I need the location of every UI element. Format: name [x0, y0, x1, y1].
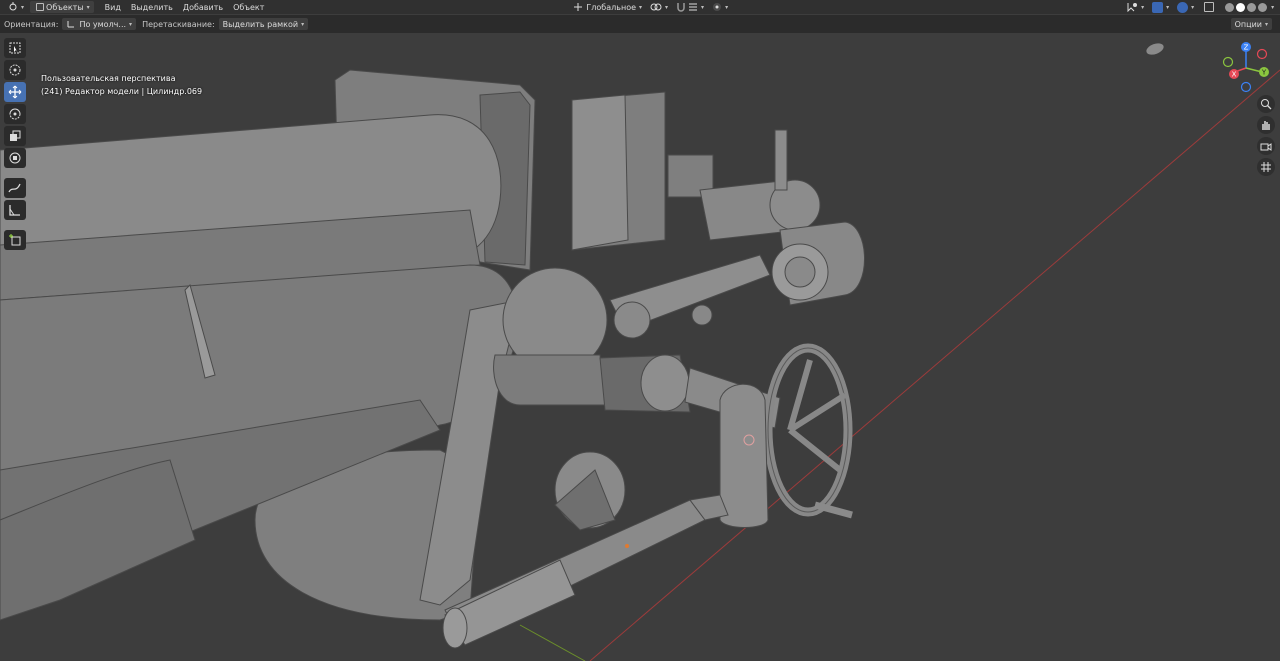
- orientation-value: По умолч...: [79, 19, 127, 29]
- drag-value: Выделить рамкой: [222, 19, 299, 29]
- zoom-button[interactable]: [1257, 95, 1275, 113]
- y-axis-line: [519, 624, 586, 661]
- options-label: Опции: [1234, 19, 1262, 29]
- tool-settings-bar: Ориентация: По умолч... ▾ Перетаскивание…: [0, 15, 1280, 33]
- neg-x-handle: [1256, 48, 1268, 60]
- rotate-icon: [9, 108, 21, 120]
- neg-z-handle: [1240, 81, 1252, 93]
- menu-select[interactable]: Выделить: [126, 3, 178, 12]
- select-box-icon: [9, 42, 21, 54]
- menu-add[interactable]: Добавить: [178, 3, 228, 12]
- zoom-icon: [1261, 99, 1272, 110]
- orientation-axes-icon: [67, 21, 75, 28]
- annotate-tool[interactable]: [4, 178, 26, 198]
- annotate-icon: [8, 183, 21, 193]
- shading-material-icon[interactable]: [1247, 2, 1257, 12]
- transform-orientation-dropdown[interactable]: Глобальное ▾: [569, 1, 646, 13]
- scale-icon: [10, 130, 21, 141]
- select-box-tool[interactable]: [4, 38, 26, 58]
- camera-icon: [1260, 143, 1272, 151]
- shading-rendered-icon[interactable]: [1258, 2, 1268, 12]
- orientation-icon: [574, 3, 583, 11]
- options-dropdown[interactable]: Опции ▾: [1230, 18, 1272, 30]
- camera-view-button[interactable]: [1257, 137, 1275, 155]
- snap-increment-icon: [689, 3, 698, 11]
- magnet-icon: [677, 3, 685, 12]
- add-cube-icon: [9, 234, 21, 246]
- snap-toggle[interactable]: ▾: [672, 1, 708, 13]
- visibility-dropdown[interactable]: ▾: [1122, 1, 1148, 13]
- proportional-edit-icon: [713, 3, 722, 11]
- transform-icon: [9, 152, 21, 164]
- rotate-tool[interactable]: [4, 104, 26, 124]
- orientation-label: Глобальное: [586, 2, 637, 12]
- gizmo-icon: [1152, 1, 1164, 13]
- object-info: (241) Редактор модели | Цилиндр.069: [41, 87, 203, 96]
- overlays-icon: [1177, 1, 1189, 13]
- menu-object[interactable]: Объект: [228, 3, 269, 12]
- add-cube-tool[interactable]: [4, 230, 26, 250]
- navigation-gizmo[interactable]: Z Y X: [1218, 40, 1274, 94]
- shading-mode-group[interactable]: ▾: [1220, 1, 1278, 13]
- origin-dot: [625, 544, 629, 548]
- transform-tool[interactable]: [4, 148, 26, 168]
- editor-type-button[interactable]: ▾: [4, 1, 28, 13]
- proportional-edit-toggle[interactable]: ▾: [708, 1, 732, 13]
- gear-housing: [719, 383, 769, 528]
- model-render: [0, 43, 1280, 661]
- perspective-label: Пользовательская перспектива: [41, 74, 176, 83]
- xray-icon: [1204, 2, 1215, 12]
- orientation-caption: Ориентация:: [4, 19, 59, 29]
- toolbar: [4, 38, 28, 250]
- measure-tool[interactable]: [4, 200, 26, 220]
- drag-dropdown[interactable]: Выделить рамкой ▾: [218, 18, 309, 30]
- grid-icon: [1261, 162, 1271, 172]
- menu-view[interactable]: Вид: [100, 3, 126, 12]
- small-object: [1146, 43, 1164, 55]
- move-tool[interactable]: [4, 82, 26, 102]
- z-axis-label: Z: [1244, 44, 1249, 52]
- shading-wireframe-icon[interactable]: [1225, 2, 1235, 12]
- mode-selector[interactable]: Объекты ▾: [30, 1, 94, 13]
- link-icon: [650, 3, 662, 11]
- measure-icon: [9, 205, 20, 216]
- view3d-icon: [9, 2, 17, 11]
- selectability-icon: [1127, 3, 1138, 12]
- ortho-toggle-button[interactable]: [1257, 158, 1275, 176]
- cursor-tool[interactable]: [4, 60, 26, 80]
- shading-solid-icon[interactable]: [1236, 2, 1246, 12]
- cursor-icon: [9, 64, 21, 76]
- y-axis-label: Y: [1261, 69, 1267, 77]
- gizmo-toggle[interactable]: ▾: [1148, 1, 1173, 13]
- x-axis-label: X: [1232, 71, 1237, 79]
- chevron-down-icon: ▾: [86, 3, 90, 11]
- editor-header: ▾ Объекты ▾ Вид Выделить Добавить Объект…: [0, 0, 1280, 14]
- move-icon: [8, 85, 22, 99]
- viewport-info: Пользовательская перспектива (241) Редак…: [41, 72, 202, 98]
- 3d-viewport[interactable]: Пользовательская перспектива (241) Редак…: [0, 34, 1280, 661]
- drag-caption: Перетаскивание:: [142, 19, 215, 29]
- orientation-dropdown[interactable]: По умолч... ▾: [62, 18, 137, 30]
- pan-button[interactable]: [1257, 116, 1275, 134]
- mode-label: Объекты: [46, 2, 84, 12]
- object-mode-icon: [36, 3, 45, 11]
- scale-tool[interactable]: [4, 126, 26, 146]
- overlays-toggle[interactable]: ▾: [1173, 1, 1198, 13]
- gearbox: [640, 354, 690, 412]
- hand-icon: [1262, 121, 1270, 130]
- pivot-point-dropdown[interactable]: ▾: [646, 1, 672, 13]
- neg-y-handle: [1222, 56, 1234, 68]
- xray-toggle[interactable]: [1198, 1, 1220, 13]
